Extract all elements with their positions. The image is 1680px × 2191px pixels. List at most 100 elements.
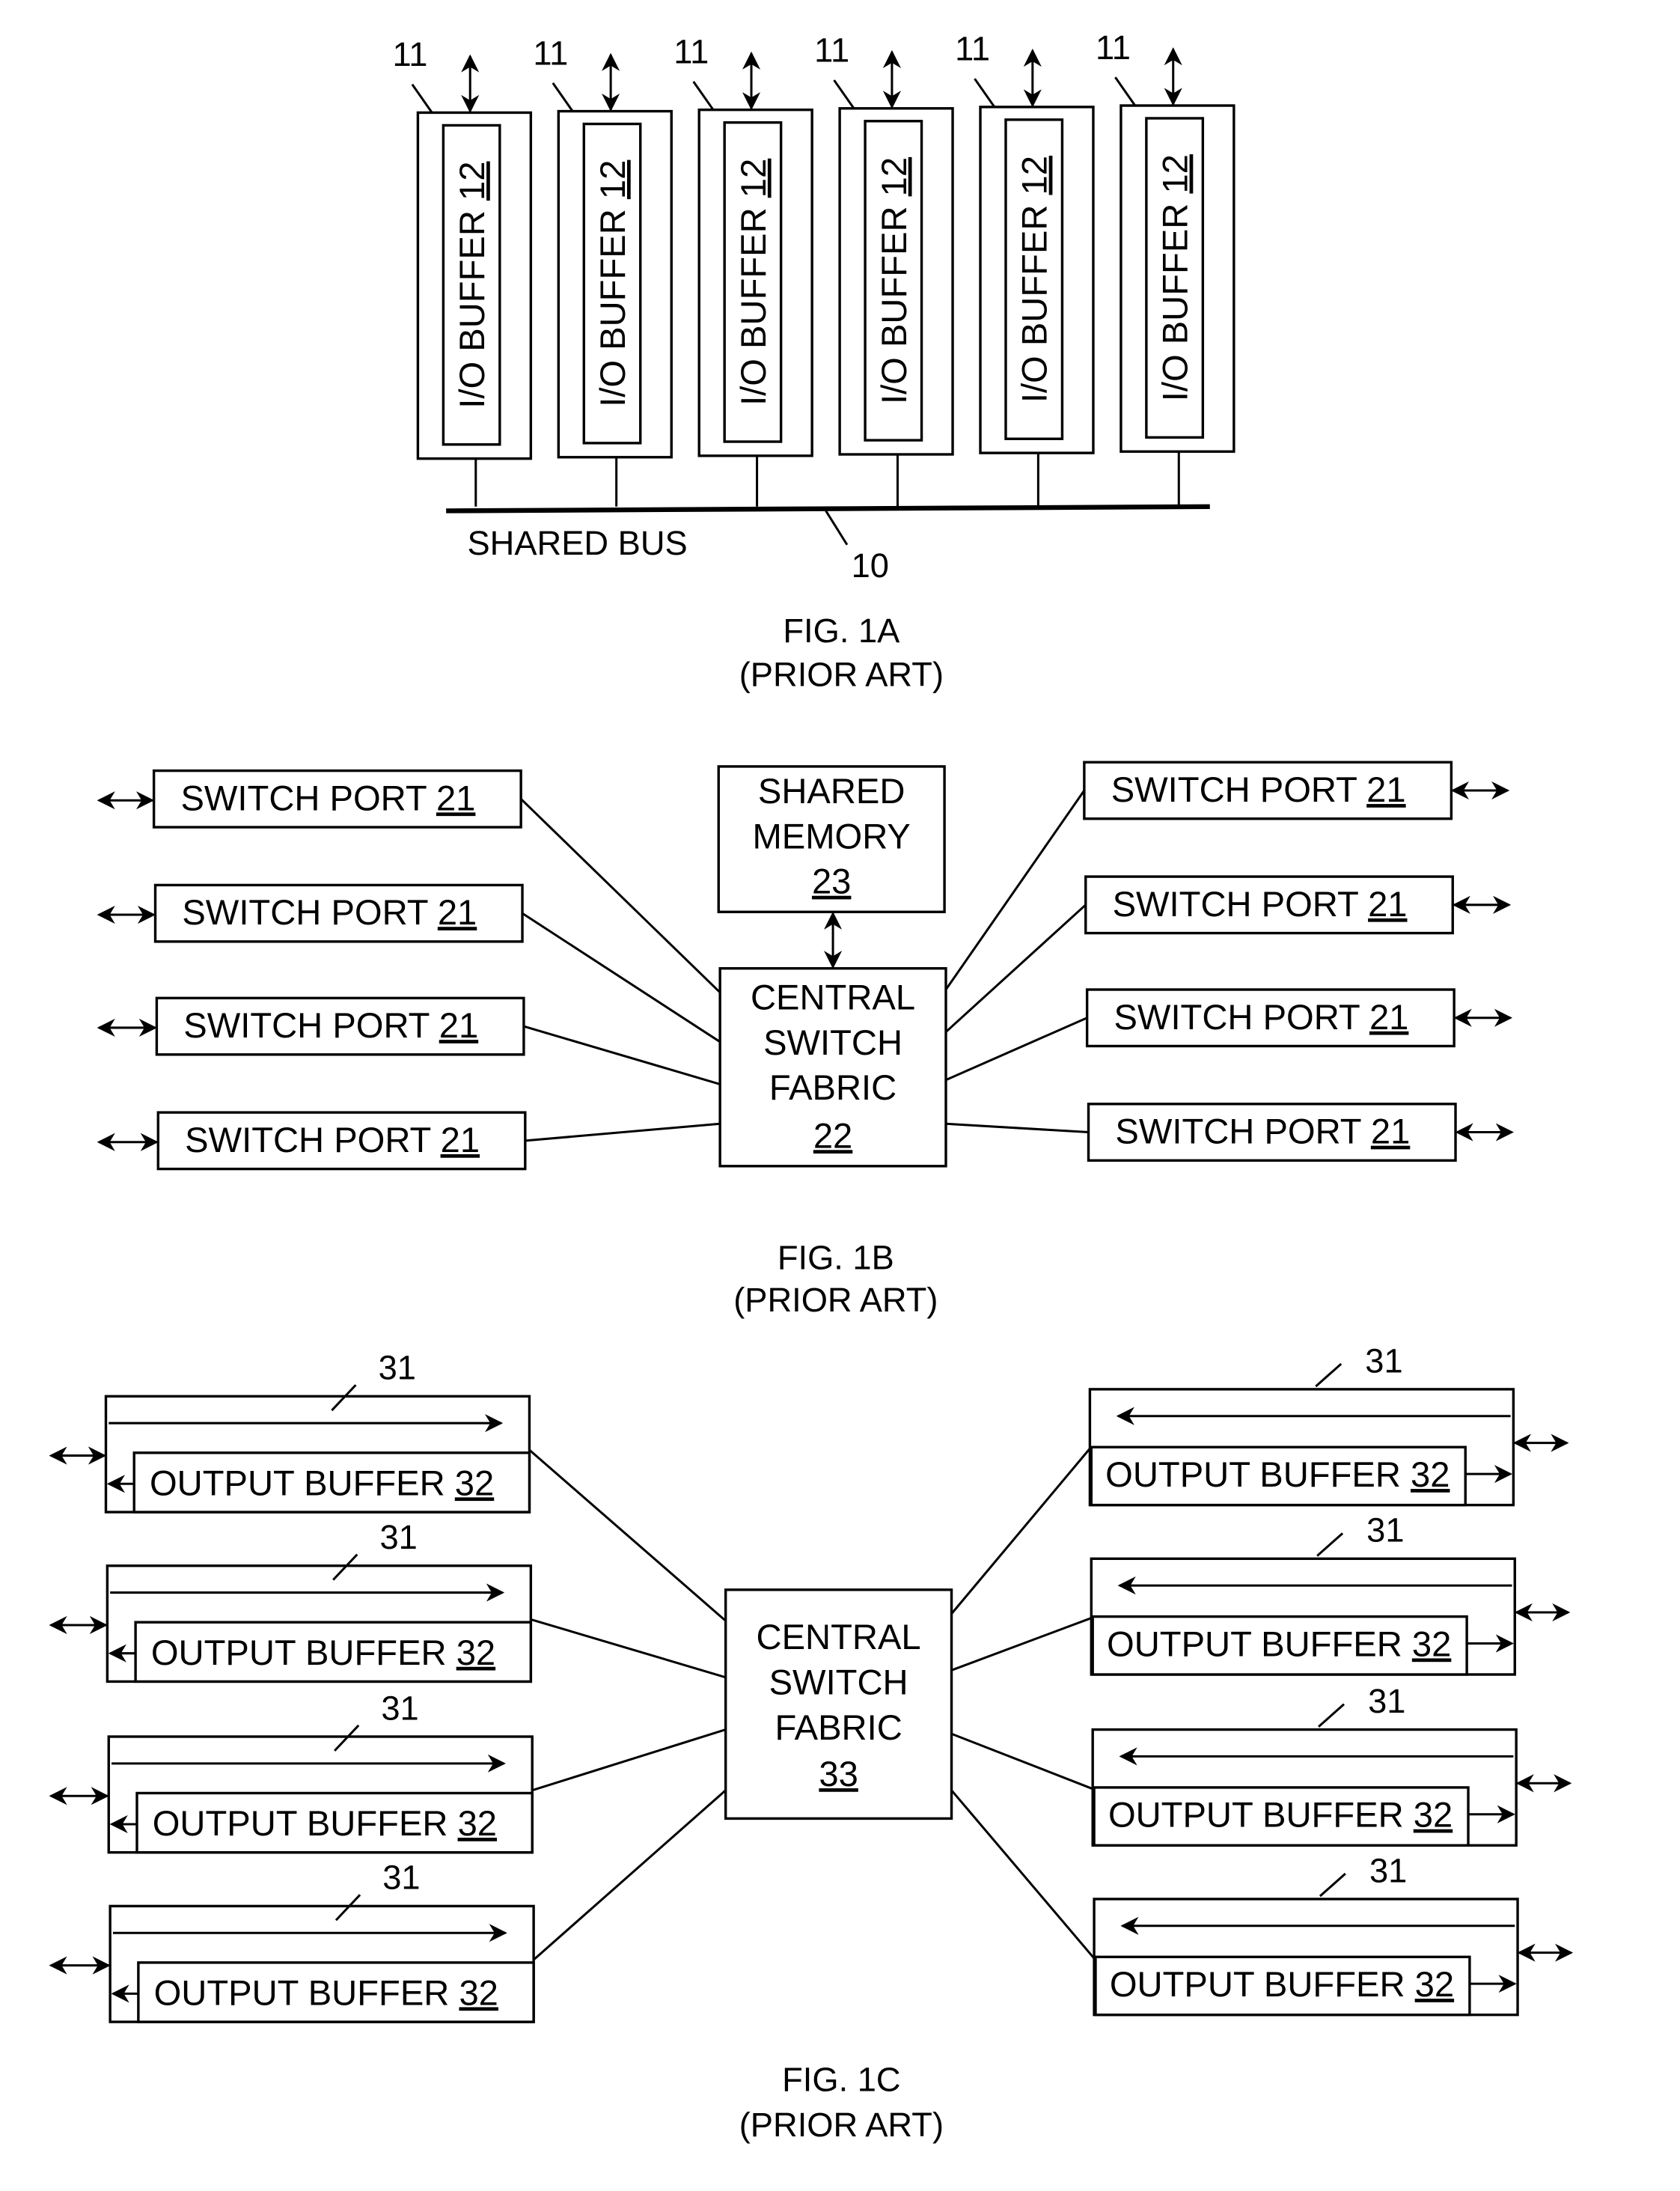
shared-memory-ref: 23 — [812, 862, 851, 901]
reference-number: 31 — [379, 1349, 416, 1387]
switch-port-text-label: SWITCH PORT — [1115, 1112, 1370, 1151]
switch-port-text-ref: 21 — [438, 892, 477, 932]
switch-port-text: SWITCH PORT 21 — [185, 1120, 480, 1160]
shared-memory-text: SHARED — [758, 771, 905, 811]
switch-port-text-label: SWITCH PORT — [1113, 884, 1368, 924]
switch-port-text-label: SWITCH PORT — [183, 1005, 439, 1045]
reference-leader — [974, 78, 996, 108]
switch-port-text-ref: 21 — [439, 1005, 478, 1045]
io-port-4: I/O BUFFER 12 11 — [814, 31, 954, 507]
right-switch-port-4: SWITCH PORT 21 — [945, 1103, 1514, 1162]
switch-port-text-label: SWITCH PORT — [1111, 770, 1366, 809]
output-buffer-text-ref: 32 — [458, 1803, 497, 1843]
port-to-fabric-link — [525, 1122, 721, 1142]
output-buffer-text-label: OUTPUT BUFFER — [151, 1633, 456, 1672]
output-buffer-text-label: OUTPUT BUFFER — [150, 1463, 455, 1502]
fabric-text: FABRIC — [775, 1707, 902, 1747]
right-switch-port-3: SWITCH PORT 21 — [945, 988, 1513, 1082]
central-switch-fabric-block: CENTRAL SWITCH FABRIC 22 — [718, 967, 947, 1168]
port-to-fabric-link — [951, 1617, 1092, 1672]
switch-port-text: SWITCH PORT 21 — [183, 1005, 478, 1045]
port-to-fabric-link — [944, 790, 1086, 990]
reference-leader — [1316, 1532, 1344, 1557]
output-buffer-text-label: OUTPUT BUFFER — [1105, 1454, 1411, 1494]
output-buffer-text-ref: 32 — [1412, 1624, 1451, 1663]
reference-number: 31 — [379, 1518, 417, 1556]
reference-number: 31 — [381, 1689, 418, 1727]
io-buffer-text-label: I/O BUFFER — [593, 199, 632, 407]
output-buffer-text-label: OUTPUT BUFFER — [1107, 1624, 1412, 1663]
reference-number: 31 — [1369, 1851, 1407, 1889]
io-buffer-text-ref: 12 — [452, 162, 492, 201]
io-buffer-text: I/O BUFFER 12 — [874, 157, 914, 404]
fabric-text: SWITCH — [769, 1662, 908, 1701]
fig1a-caption: FIG. 1A — [783, 612, 900, 650]
io-buffer-text-ref: 12 — [874, 157, 914, 196]
reference-leader — [1319, 1872, 1346, 1898]
shared-memory-text: MEMORY — [753, 816, 911, 856]
fig1c-subcaption: (PRIOR ART) — [739, 2106, 944, 2144]
output-buffer-text-ref: 32 — [459, 1972, 498, 2012]
reference-number: 11 — [1096, 28, 1131, 67]
left-switch-port-4: SWITCH PORT 21 — [97, 1111, 721, 1171]
switch-port-text: SWITCH PORT 21 — [1115, 1112, 1410, 1151]
io-buffer-text-label: I/O BUFFER — [874, 196, 914, 404]
output-buffer-text: OUTPUT BUFFER 32 — [153, 1803, 497, 1843]
fig1a-subcaption: (PRIOR ART) — [739, 655, 944, 693]
reference-number: 31 — [1368, 1682, 1405, 1720]
output-buffer-text-label: OUTPUT BUFFER — [1110, 1964, 1415, 2004]
output-buffer-text: OUTPUT BUFFER 32 — [151, 1633, 495, 1672]
io-buffer-text: I/O BUFFER 12 — [733, 159, 773, 406]
switch-port-text-ref: 21 — [441, 1120, 480, 1160]
reference-leader — [1114, 76, 1137, 106]
right-output-port-3: OUTPUT BUFFER 32 31 — [950, 1682, 1572, 1847]
io-buffer-text-ref: 12 — [1155, 154, 1195, 193]
fig1b-subcaption: (PRIOR ART) — [733, 1281, 938, 1319]
figure-1a: I/O BUFFER 12 11 I/O BUFFER 12 11 I/O BUFFER… — [392, 28, 1235, 585]
output-buffer-text: OUTPUT BUFFER 32 — [1110, 1964, 1454, 2004]
output-buffer-text-label: OUTPUT BUFFER — [154, 1972, 459, 2012]
figure-1b: SHARED MEMORY 23 CENTRAL SWITCH FABRIC 22 SWITC… — [97, 761, 1514, 1171]
io-port-2: I/O BUFFER 12 11 — [533, 34, 673, 507]
reference-leader — [1318, 1703, 1345, 1728]
switch-port-text-ref: 21 — [1369, 997, 1408, 1037]
io-buffer-text-label: I/O BUFFER — [1015, 195, 1054, 403]
io-port-6: I/O BUFFER 12 11 — [1096, 28, 1235, 507]
port-to-fabric-link — [530, 1618, 727, 1679]
switch-port-text: SWITCH PORT 21 — [180, 778, 475, 817]
port-to-fabric-link — [533, 1789, 727, 1961]
reference-leader — [552, 82, 574, 112]
reference-leader — [692, 81, 715, 111]
port-to-fabric-link — [950, 1448, 1091, 1615]
fabric-ref-ref: 22 — [813, 1115, 852, 1155]
port-to-fabric-link — [945, 1017, 1088, 1082]
reference-number: 11 — [392, 35, 427, 73]
switch-port-text: SWITCH PORT 21 — [1113, 884, 1408, 924]
left-output-port-3: OUTPUT BUFFER 32 31 — [49, 1689, 727, 1854]
output-buffer-text-label: OUTPUT BUFFER — [153, 1803, 458, 1843]
io-buffer-text-label: I/O BUFFER — [1155, 194, 1195, 402]
port-to-fabric-link — [945, 1122, 1089, 1134]
reference-number: 31 — [382, 1859, 420, 1897]
shared-memory-block: SHARED MEMORY 23 — [717, 765, 946, 913]
output-buffer-text-label: OUTPUT BUFFER — [1108, 1795, 1414, 1835]
patent-figure-sheet: I/O BUFFER 12 11 I/O BUFFER 12 11 I/O BUFFER… — [49, 28, 1574, 2144]
output-buffer-text-ref: 32 — [1411, 1454, 1450, 1494]
output-buffer-text-ref: 32 — [456, 1633, 495, 1672]
switch-port-text-label: SWITCH PORT — [182, 892, 437, 932]
switch-port-text: SWITCH PORT 21 — [1114, 997, 1408, 1037]
switch-port-text-label: SWITCH PORT — [185, 1120, 440, 1160]
io-buffer-text: I/O BUFFER 12 — [1155, 154, 1195, 401]
left-output-port-2: OUTPUT BUFFER 32 31 — [49, 1518, 727, 1683]
reference-number: 31 — [1366, 1511, 1404, 1549]
port-to-fabric-link — [528, 1448, 727, 1622]
io-buffer-text-label: I/O BUFFER — [733, 198, 773, 406]
port-to-fabric-link — [523, 1025, 721, 1085]
switch-port-text-ref: 21 — [1366, 770, 1405, 809]
io-buffer-text-label: I/O BUFFER — [452, 201, 492, 409]
fabric-text: FABRIC — [769, 1067, 896, 1107]
switch-port-text-ref: 21 — [1368, 884, 1407, 924]
reference-number: 11 — [533, 34, 568, 72]
reference-number: 11 — [673, 32, 709, 70]
bus-reference-number: 10 — [852, 546, 889, 585]
